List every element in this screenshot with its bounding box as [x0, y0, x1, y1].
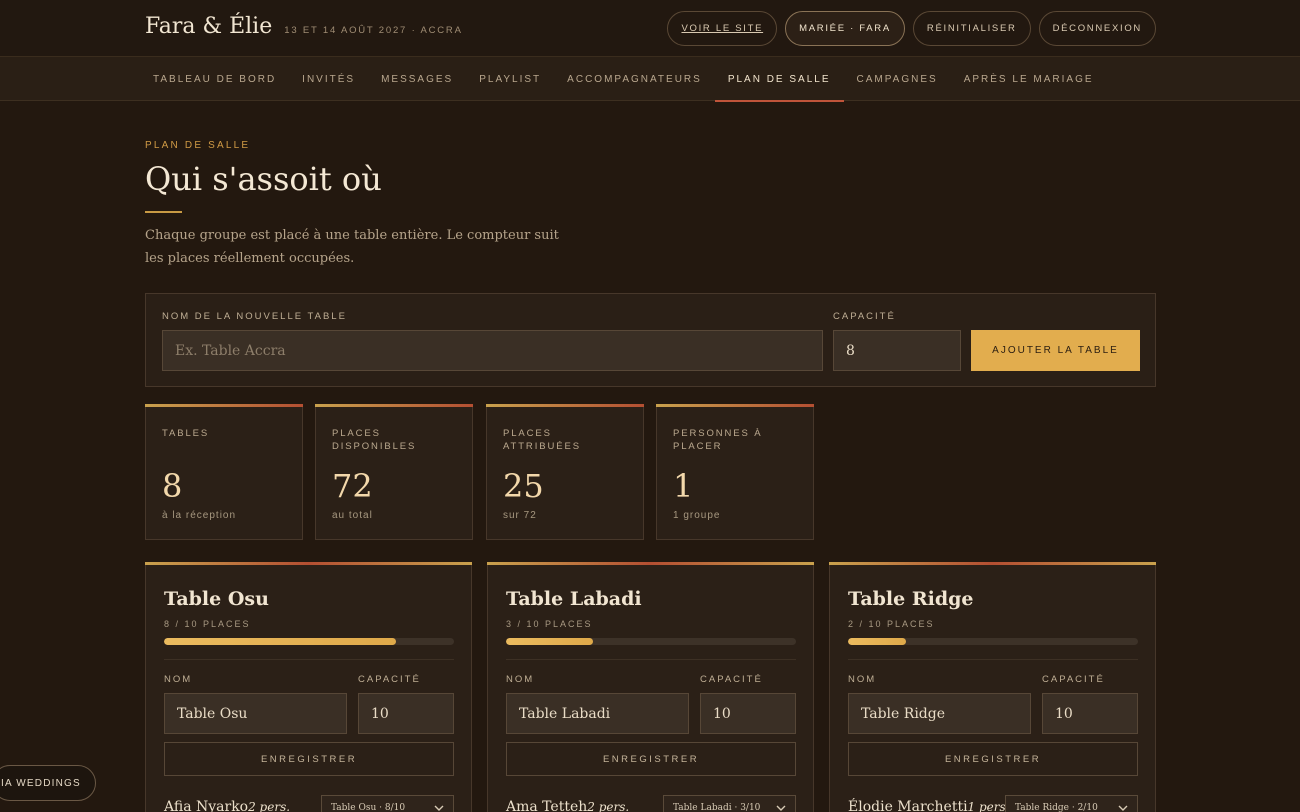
- guest-count: 1 pers.: [967, 800, 1010, 812]
- table-progress-fill: [164, 638, 396, 645]
- stat-tables: TABLES 8 à la réception: [145, 404, 303, 540]
- guest-table-select[interactable]: Table Ridge · 2/10: [1005, 795, 1138, 812]
- stat-sub: au total: [332, 510, 373, 521]
- table-progress: [848, 638, 1138, 645]
- table-capacity-label: CAPACITÉ: [358, 674, 421, 685]
- stat-sub: 1 groupe: [673, 510, 721, 521]
- table-progress-fill: [848, 638, 906, 645]
- nav-guests[interactable]: INVITÉS: [289, 57, 368, 101]
- stat-value: 25: [503, 467, 544, 505]
- guest-table-selected: Table Ridge · 2/10: [1015, 802, 1098, 812]
- nav-seating-plan[interactable]: PLAN DE SALLE: [714, 57, 844, 102]
- stat-sub: à la réception: [162, 510, 237, 521]
- brand: Fara & Élie 13 ET 14 AOÛT 2027 · ACCRA: [145, 14, 463, 39]
- chevron-down-icon: [434, 805, 444, 811]
- table-progress: [164, 638, 454, 645]
- table-name-label: NOM: [848, 674, 877, 685]
- title-rule: [145, 211, 182, 213]
- table-capacity-input[interactable]: [358, 693, 454, 734]
- nav-dashboard[interactable]: TABLEAU DE BORD: [140, 57, 289, 101]
- new-table-capacity-input[interactable]: [833, 330, 961, 371]
- table-name-label: NOM: [164, 674, 193, 685]
- table-name-label: NOM: [506, 674, 535, 685]
- stat-assigned-seats: PLACES ATTRIBUÉES 25 sur 72: [486, 404, 644, 540]
- nav-playlist[interactable]: PLAYLIST: [466, 57, 554, 101]
- event-date: 13 ET 14 AOÛT 2027 · ACCRA: [284, 25, 463, 36]
- stat-people-to-seat: PERSONNES À PLACER 1 1 groupe: [656, 404, 814, 540]
- table-seat-count: 8 / 10 PLACES: [164, 619, 251, 629]
- header-actions: VOIR LE SITE MARIÉE · FARA RÉINITIALISER…: [667, 11, 1156, 46]
- save-table-button[interactable]: ENREGISTRER: [848, 742, 1138, 776]
- table-progress: [506, 638, 796, 645]
- guest-name: Afia Nyarko: [164, 799, 249, 812]
- add-table-panel: NOM DE LA NOUVELLE TABLE CAPACITÉ AJOUTE…: [145, 293, 1156, 387]
- guest-name: Ama Tetteh: [506, 799, 588, 812]
- table-capacity-input[interactable]: [700, 693, 796, 734]
- table-card-title: Table Labadi: [506, 588, 642, 610]
- top-bar: Fara & Élie 13 ET 14 AOÛT 2027 · ACCRA V…: [0, 0, 1300, 57]
- view-site-label: VOIR LE SITE: [681, 23, 764, 34]
- new-table-name-input[interactable]: [162, 330, 823, 371]
- guest-table-selected: Table Labadi · 3/10: [673, 802, 761, 812]
- view-site-button[interactable]: VOIR LE SITE: [667, 11, 778, 46]
- card-divider: [848, 659, 1138, 660]
- table-card-osu: Table Osu 8 / 10 PLACES NOM CAPACITÉ ENR…: [145, 562, 472, 812]
- logout-button[interactable]: DÉCONNEXION: [1038, 11, 1156, 46]
- stat-label: PLACES DISPONIBLES: [332, 428, 417, 452]
- guest-table-select[interactable]: Table Osu · 8/10: [321, 795, 454, 812]
- stat-sub: sur 72: [503, 510, 537, 521]
- save-table-button[interactable]: ENREGISTRER: [164, 742, 454, 776]
- guest-table-select[interactable]: Table Labadi · 3/10: [663, 795, 796, 812]
- main-navigation: TABLEAU DE BORD INVITÉS MESSAGES PLAYLIS…: [0, 57, 1300, 102]
- new-table-name-label: NOM DE LA NOUVELLE TABLE: [162, 311, 347, 322]
- floating-brand-badge[interactable]: IA WEDDINGS: [0, 765, 96, 801]
- nav-companions[interactable]: ACCOMPAGNATEURS: [554, 57, 715, 101]
- card-divider: [506, 659, 796, 660]
- page-eyebrow: PLAN DE SALLE: [145, 140, 251, 151]
- profile-switch-button[interactable]: MARIÉE · FARA: [785, 11, 905, 46]
- add-table-button[interactable]: AJOUTER LA TABLE: [971, 330, 1140, 371]
- page-intro: Chaque groupe est placé à une table enti…: [145, 228, 559, 266]
- stat-value: 72: [332, 467, 373, 505]
- table-card-title: Table Ridge: [848, 588, 974, 610]
- brand-name: Fara & Élie: [145, 14, 273, 39]
- nav-messages[interactable]: MESSAGES: [368, 57, 466, 101]
- table-card-labadi: Table Labadi 3 / 10 PLACES NOM CAPACITÉ …: [487, 562, 814, 812]
- guest-group-name: Afia Nyarko2 pers.: [164, 799, 290, 812]
- table-progress-fill: [506, 638, 593, 645]
- table-seat-count: 2 / 10 PLACES: [848, 619, 935, 629]
- card-divider: [164, 659, 454, 660]
- nav-after-wedding[interactable]: APRÈS LE MARIAGE: [951, 57, 1107, 101]
- table-capacity-label: CAPACITÉ: [1042, 674, 1105, 685]
- chevron-down-icon: [1118, 805, 1128, 811]
- stat-label: PERSONNES À PLACER: [673, 428, 763, 452]
- table-card-ridge: Table Ridge 2 / 10 PLACES NOM CAPACITÉ E…: [829, 562, 1156, 812]
- save-table-button[interactable]: ENREGISTRER: [506, 742, 796, 776]
- table-capacity-label: CAPACITÉ: [700, 674, 763, 685]
- table-card-title: Table Osu: [164, 588, 269, 610]
- stat-value: 1: [673, 467, 694, 505]
- stat-label: TABLES: [162, 428, 210, 439]
- table-capacity-input[interactable]: [1042, 693, 1138, 734]
- guest-group-name: Élodie Marchetti1 pers.: [848, 799, 1010, 812]
- page-title: Qui s'assoit où: [145, 160, 382, 198]
- guest-name: Élodie Marchetti: [848, 799, 968, 812]
- guest-count: 2 pers.: [587, 800, 630, 812]
- chevron-down-icon: [776, 805, 786, 811]
- guest-count: 2 pers.: [248, 800, 291, 812]
- table-name-input[interactable]: [506, 693, 689, 734]
- reset-button[interactable]: RÉINITIALISER: [912, 11, 1031, 46]
- stat-available-seats: PLACES DISPONIBLES 72 au total: [315, 404, 473, 540]
- new-table-capacity-label: CAPACITÉ: [833, 311, 896, 322]
- table-name-input[interactable]: [164, 693, 347, 734]
- table-name-input[interactable]: [848, 693, 1031, 734]
- nav-campaigns[interactable]: CAMPAGNES: [844, 57, 951, 101]
- stat-value: 8: [162, 467, 183, 505]
- stat-label: PLACES ATTRIBUÉES: [503, 428, 581, 452]
- guest-group-name: Ama Tetteh2 pers.: [506, 799, 629, 812]
- guest-table-selected: Table Osu · 8/10: [331, 802, 406, 812]
- table-seat-count: 3 / 10 PLACES: [506, 619, 593, 629]
